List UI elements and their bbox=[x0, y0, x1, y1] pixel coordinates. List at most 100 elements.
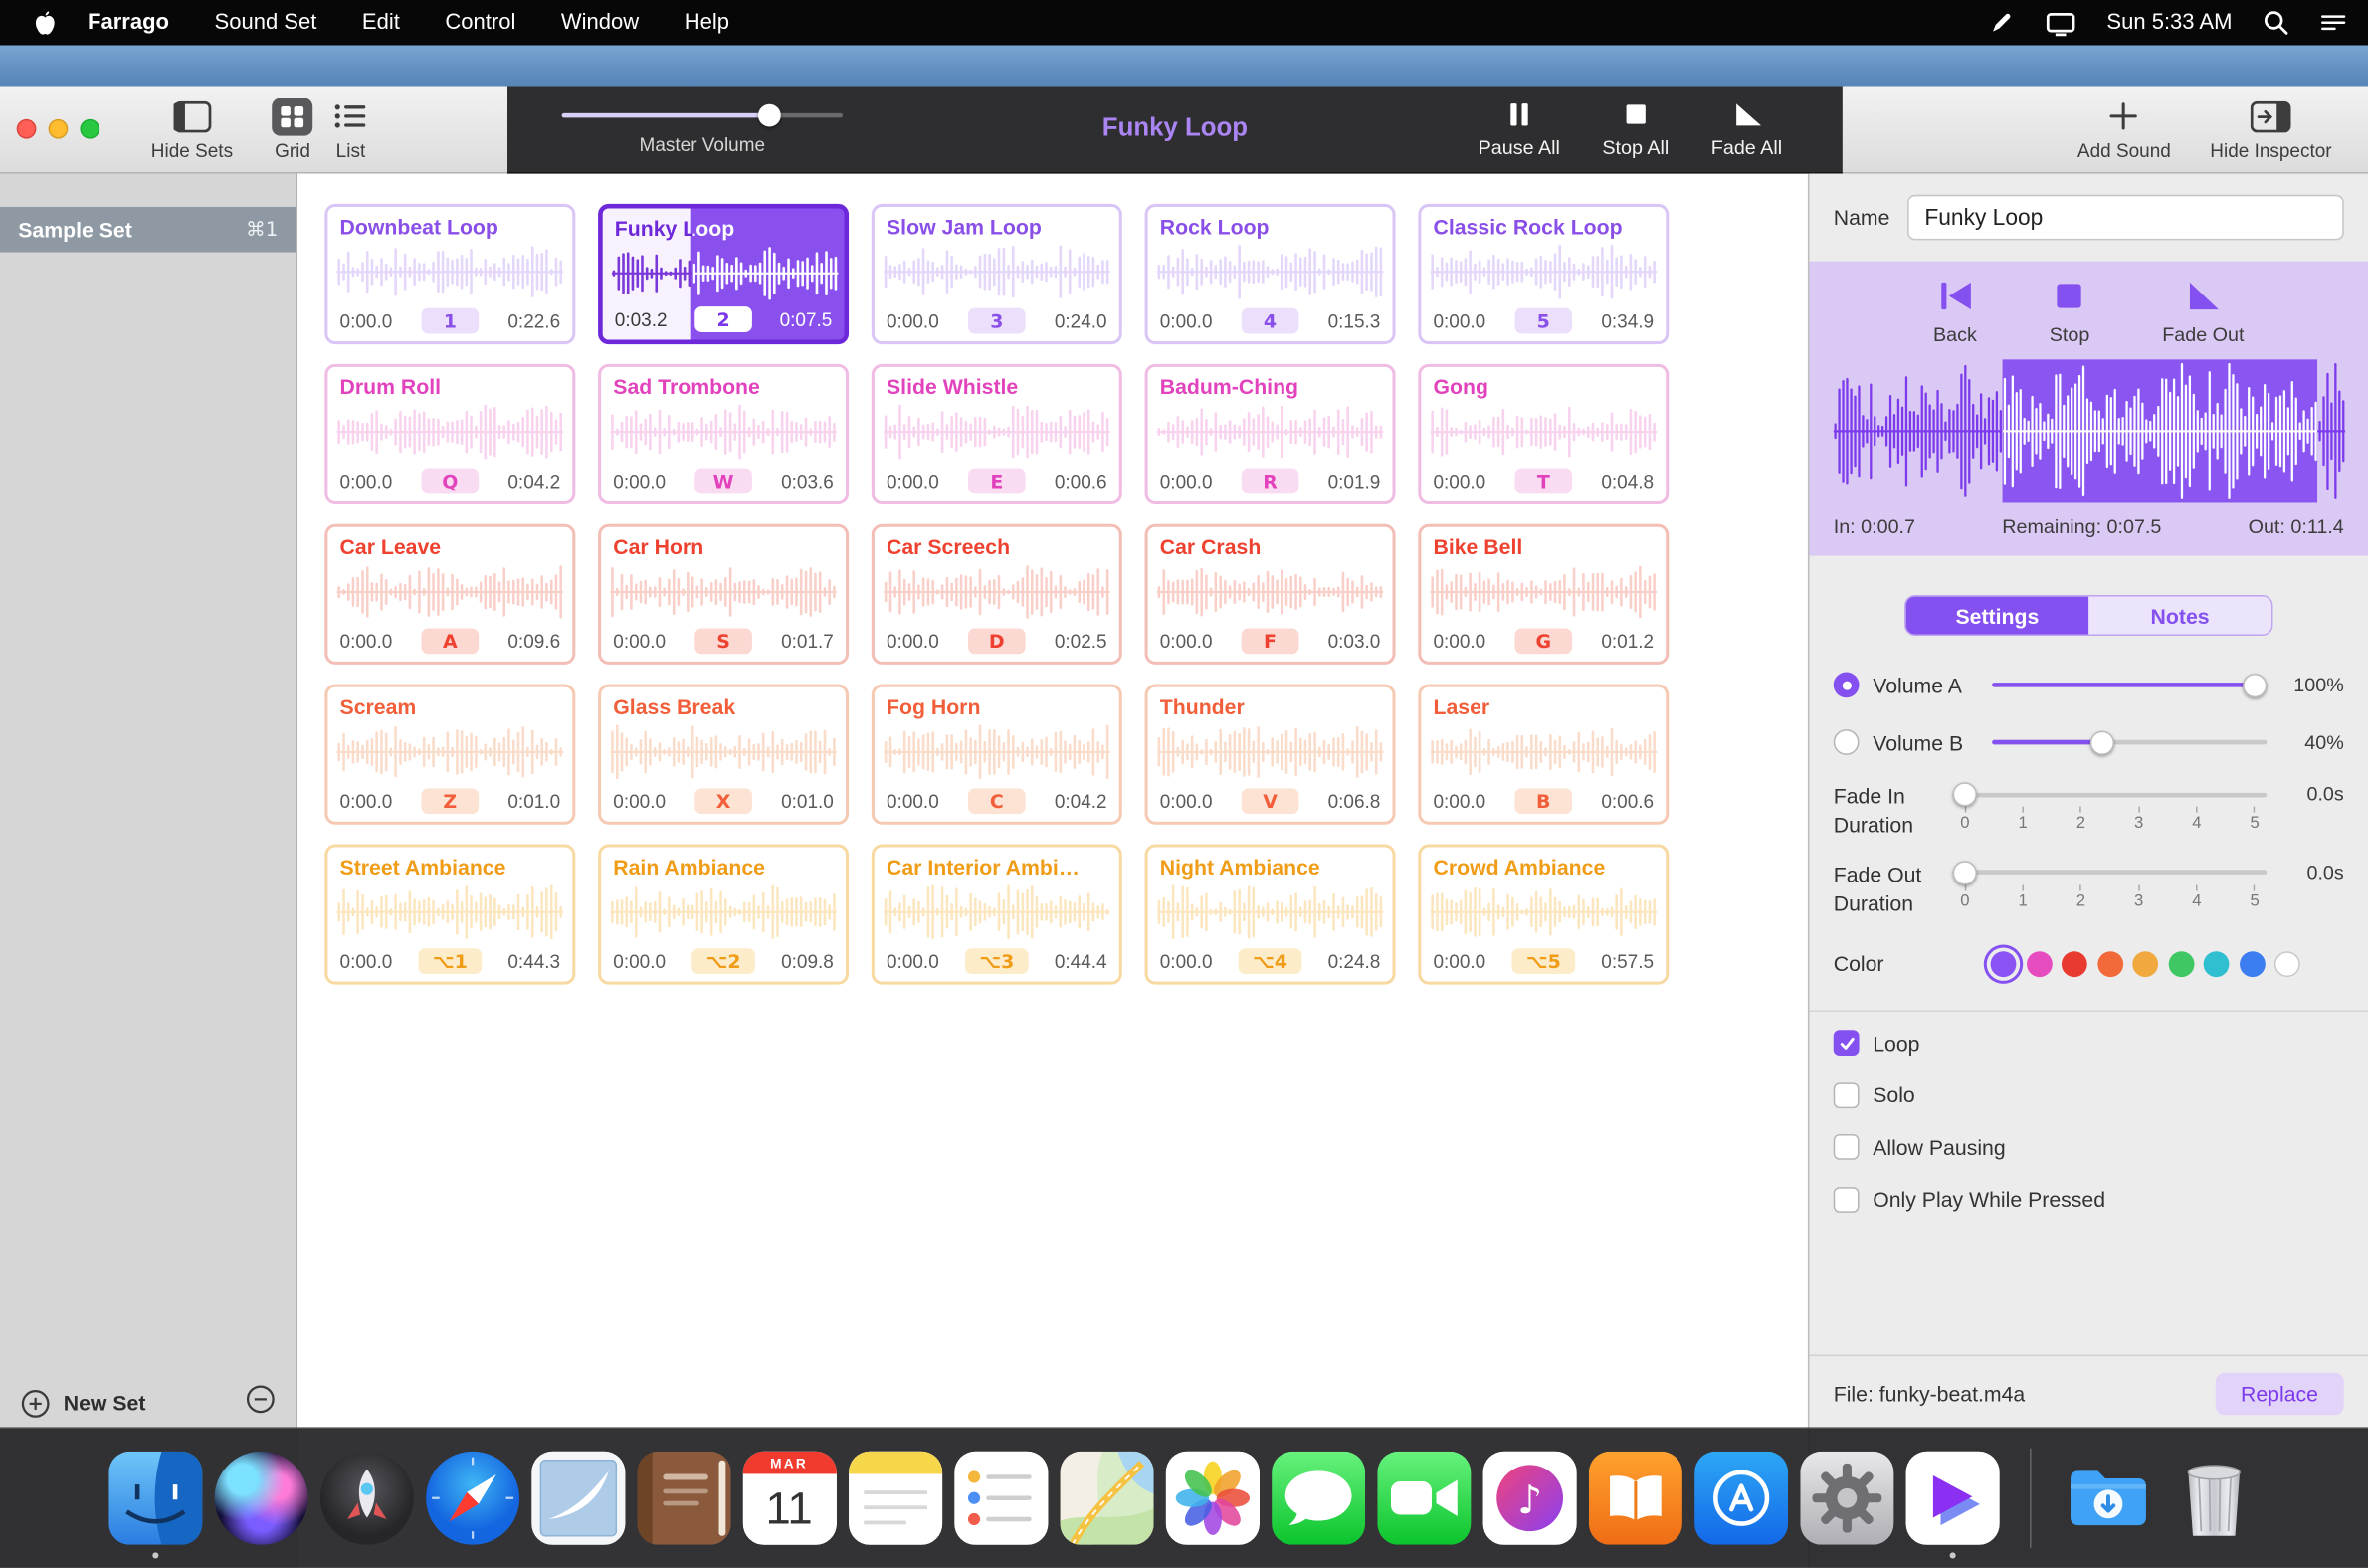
minimize-button[interactable] bbox=[49, 119, 69, 139]
sound-tile-car-crash[interactable]: Car Crash0:00.0F0:03.0 bbox=[1145, 524, 1396, 665]
dock-item-reminders[interactable] bbox=[954, 1452, 1048, 1545]
checkbox-row-only-play-while-pressed[interactable]: Only Play While Pressed bbox=[1834, 1174, 2344, 1226]
dock-item-siri[interactable] bbox=[214, 1452, 307, 1545]
fade-out-slider[interactable] bbox=[1953, 861, 2268, 884]
allow-pausing-checkbox[interactable] bbox=[1834, 1134, 1860, 1160]
sound-tile-night-ambiance[interactable]: Night Ambiance0:00.0⌥40:24.8 bbox=[1145, 845, 1396, 985]
hide-inspector-button[interactable]: Hide Inspector bbox=[2210, 97, 2331, 161]
dock-item-downloads[interactable] bbox=[2061, 1452, 2154, 1545]
sound-tile-drum-roll[interactable]: Drum Roll0:00.0Q0:04.2 bbox=[324, 364, 575, 504]
app-menu-farrago[interactable]: Farrago bbox=[88, 11, 169, 35]
sound-tile-car-horn[interactable]: Car Horn0:00.0S0:01.7 bbox=[598, 524, 849, 665]
fade-in-knob[interactable] bbox=[1953, 782, 1977, 806]
stop-button[interactable]: Stop bbox=[2050, 280, 2090, 346]
color-swatch-green[interactable] bbox=[2168, 951, 2194, 977]
inspector-waveform[interactable] bbox=[1834, 359, 2344, 502]
sound-tile-car-screech[interactable]: Car Screech0:00.0D0:02.5 bbox=[872, 524, 1122, 665]
dock-item-contacts[interactable] bbox=[637, 1452, 730, 1545]
dock-item-maps[interactable] bbox=[1060, 1452, 1153, 1545]
color-swatch-teal[interactable] bbox=[2204, 951, 2230, 977]
loop-checkbox[interactable] bbox=[1834, 1031, 1860, 1057]
sound-tile-sad-trombone[interactable]: Sad Trombone0:00.0W0:03.6 bbox=[598, 364, 849, 504]
tab-settings[interactable]: Settings bbox=[1906, 597, 2089, 635]
volume-a-knob[interactable] bbox=[2243, 673, 2267, 696]
grid-view-button[interactable]: Grid bbox=[273, 97, 313, 161]
sound-tile-gong[interactable]: Gong0:00.0T0:04.8 bbox=[1418, 364, 1669, 504]
screen-mirroring-icon[interactable] bbox=[2045, 8, 2076, 37]
master-volume-knob[interactable] bbox=[758, 103, 781, 126]
sound-tile-downbeat-loop[interactable]: Downbeat Loop0:00.010:22.6 bbox=[324, 204, 575, 344]
color-swatch-blue[interactable] bbox=[2239, 951, 2265, 977]
fade-all-button[interactable]: Fade All bbox=[1711, 99, 1782, 158]
dock-item-facetime[interactable] bbox=[1377, 1452, 1471, 1545]
dock-item-farrago[interactable] bbox=[1905, 1452, 1999, 1545]
menu-item-control[interactable]: Control bbox=[445, 11, 515, 35]
dock-item-mail[interactable] bbox=[531, 1452, 625, 1545]
color-swatch-amber[interactable] bbox=[2132, 951, 2158, 977]
sound-tile-bike-bell[interactable]: Bike Bell0:00.0G0:01.2 bbox=[1418, 524, 1669, 665]
color-swatch-purple[interactable] bbox=[1991, 951, 2017, 977]
dock-item-calendar[interactable]: MAR11 bbox=[742, 1452, 836, 1545]
remove-set-button[interactable] bbox=[246, 1385, 275, 1421]
sound-tile-classic-rock-loop[interactable]: Classic Rock Loop0:00.050:34.9 bbox=[1418, 204, 1669, 344]
volume-b-knob[interactable] bbox=[2089, 730, 2113, 754]
dock-item-trash[interactable] bbox=[2166, 1452, 2260, 1545]
color-swatch-pink[interactable] bbox=[2026, 951, 2052, 977]
notification-center-icon[interactable] bbox=[2319, 9, 2346, 36]
sound-tile-glass-break[interactable]: Glass Break0:00.0X0:01.0 bbox=[598, 685, 849, 825]
volume-a-slider[interactable] bbox=[1992, 673, 2267, 696]
close-button[interactable] bbox=[17, 119, 37, 139]
sound-tile-street-ambiance[interactable]: Street Ambiance0:00.0⌥10:44.3 bbox=[324, 845, 575, 985]
apple-menu-icon[interactable] bbox=[33, 8, 57, 37]
sound-tile-car-interior-ambi[interactable]: Car Interior Ambi…0:00.0⌥30:44.4 bbox=[872, 845, 1122, 985]
status-pen-icon[interactable] bbox=[1988, 9, 2015, 36]
volume-a-radio[interactable] bbox=[1834, 672, 1860, 697]
checkbox-row-allow-pausing[interactable]: Allow Pausing bbox=[1834, 1121, 2344, 1173]
menu-item-edit[interactable]: Edit bbox=[362, 11, 400, 35]
menu-clock[interactable]: Sun 5:33 AM bbox=[2106, 11, 2232, 35]
dock-item-books[interactable] bbox=[1588, 1452, 1681, 1545]
color-swatch-white[interactable] bbox=[2274, 951, 2300, 977]
menu-item-window[interactable]: Window bbox=[561, 11, 639, 35]
sound-tile-fog-horn[interactable]: Fog Horn0:00.0C0:04.2 bbox=[872, 685, 1122, 825]
sound-tile-rain-ambiance[interactable]: Rain Ambiance0:00.0⌥20:09.8 bbox=[598, 845, 849, 985]
sound-tile-crowd-ambiance[interactable]: Crowd Ambiance0:00.0⌥50:57.5 bbox=[1418, 845, 1669, 985]
only-play-while-pressed-checkbox[interactable] bbox=[1834, 1187, 1860, 1213]
menu-item-sound-set[interactable]: Sound Set bbox=[215, 11, 317, 35]
sidebar-item-sample-set[interactable]: Sample Set ⌘1 bbox=[0, 207, 296, 253]
fade-out-knob[interactable] bbox=[1953, 861, 1977, 884]
sound-name-input[interactable] bbox=[1908, 195, 2344, 241]
sound-tile-thunder[interactable]: Thunder0:00.0V0:06.8 bbox=[1145, 685, 1396, 825]
sound-tile-slide-whistle[interactable]: Slide Whistle0:00.0E0:00.6 bbox=[872, 364, 1122, 504]
solo-checkbox[interactable] bbox=[1834, 1082, 1860, 1108]
new-set-button[interactable]: New Set bbox=[21, 1389, 145, 1418]
fade-out-button[interactable]: Fade Out bbox=[2162, 280, 2244, 346]
dock-item-music[interactable]: ♪ bbox=[1482, 1452, 1576, 1545]
sound-tile-rock-loop[interactable]: Rock Loop0:00.040:15.3 bbox=[1145, 204, 1396, 344]
color-swatch-red[interactable] bbox=[2062, 951, 2087, 977]
fade-in-slider[interactable] bbox=[1953, 782, 2268, 806]
back-button[interactable]: Back bbox=[1933, 280, 1977, 346]
add-sound-button[interactable]: Add Sound bbox=[2077, 97, 2171, 161]
menu-item-help[interactable]: Help bbox=[685, 11, 729, 35]
stop-all-button[interactable]: Stop All bbox=[1602, 99, 1669, 158]
hide-sets-button[interactable]: Hide Sets bbox=[151, 97, 233, 161]
sound-tile-slow-jam-loop[interactable]: Slow Jam Loop0:00.030:24.0 bbox=[872, 204, 1122, 344]
checkbox-row-loop[interactable]: Loop bbox=[1834, 1017, 2344, 1069]
sound-tile-badum-ching[interactable]: Badum-Ching0:00.0R0:01.9 bbox=[1145, 364, 1396, 504]
color-swatch-orange[interactable] bbox=[2097, 951, 2123, 977]
list-view-button[interactable]: List bbox=[331, 97, 370, 161]
dock-item-launchpad[interactable] bbox=[319, 1452, 413, 1545]
pause-all-button[interactable]: Pause All bbox=[1479, 99, 1560, 158]
volume-b-radio[interactable] bbox=[1834, 729, 1860, 755]
sound-tile-laser[interactable]: Laser0:00.0B0:00.6 bbox=[1418, 685, 1669, 825]
dock-item-notes[interactable] bbox=[848, 1452, 941, 1545]
sound-tile-funky-loop[interactable]: Funky Loop0:03.220:07.5 bbox=[598, 204, 849, 344]
volume-b-slider[interactable] bbox=[1992, 730, 2267, 754]
tab-notes[interactable]: Notes bbox=[2088, 597, 2271, 635]
dock-item-system-preferences[interactable] bbox=[1800, 1452, 1893, 1545]
spotlight-search-icon[interactable] bbox=[2263, 9, 2289, 36]
dock-item-app-store[interactable] bbox=[1693, 1452, 1787, 1545]
dock-item-messages[interactable] bbox=[1271, 1452, 1364, 1545]
replace-button[interactable]: Replace bbox=[2215, 1373, 2344, 1416]
